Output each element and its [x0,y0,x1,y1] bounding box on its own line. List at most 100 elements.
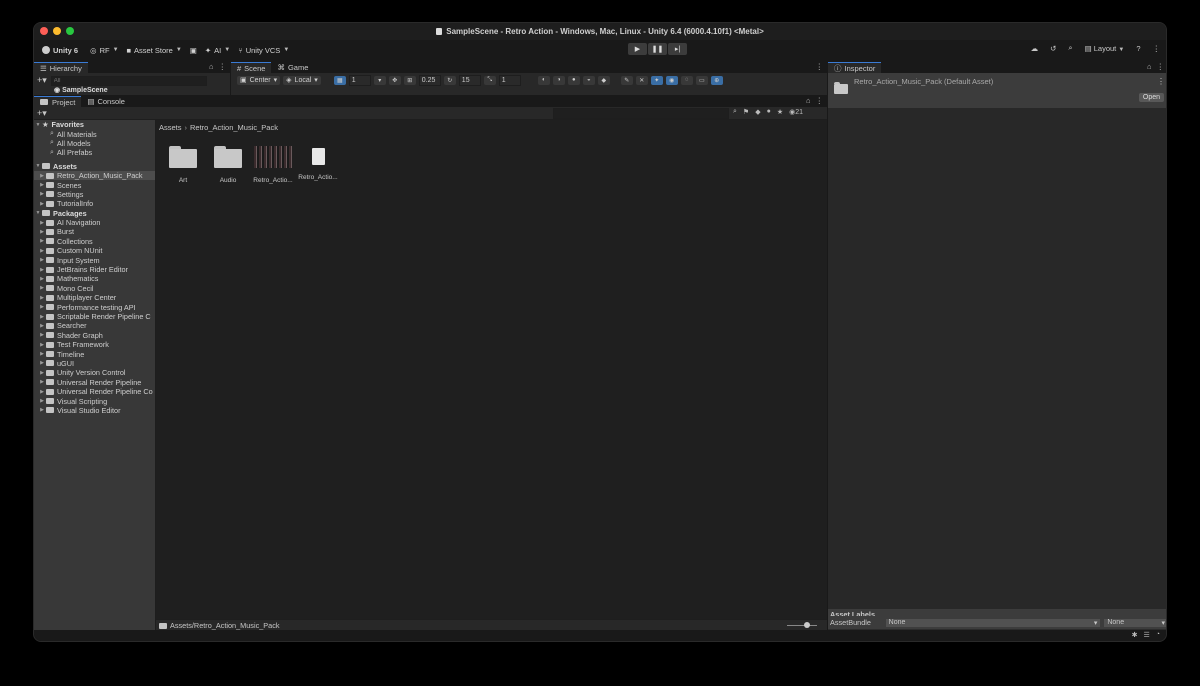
project-search-input[interactable] [553,108,729,119]
asset-tile-document[interactable]: Retro_Actio... [296,146,340,181]
tab-scene[interactable]: # Scene [231,62,272,73]
rotate-snap-icon[interactable]: ↻ [443,75,456,85]
package-item[interactable]: ▶ Universal Render Pipeline Co [34,387,155,396]
increment-snap-button[interactable]: ▾ [373,75,386,85]
lock-icon[interactable]: ⌂ [806,96,811,105]
grid-size-field[interactable]: 1 [348,74,371,86]
package-item[interactable]: ▶ Visual Studio Editor [34,406,155,415]
package-item[interactable]: ▶ Visual Scripting [34,396,155,406]
breadcrumb-item[interactable]: Retro_Action_Music_Pack [190,123,278,132]
asset-tile-folder[interactable]: Art [161,146,205,184]
tab-game[interactable]: ⌘ Game [271,62,314,73]
asset-tile-folder[interactable]: Audio [206,146,250,184]
package-item[interactable]: ▶ Multiplayer Center [34,293,155,302]
create-button[interactable]: +▾ [37,108,47,119]
tab-console[interactable]: ▤ Console [81,96,131,107]
camera-settings-icon[interactable]: ▭ [695,75,708,85]
more-icon[interactable]: ⋮ [1153,44,1161,53]
asset-tile-image[interactable]: Retro_Actio... [251,146,295,184]
slider-handle[interactable] [804,622,810,628]
package-item[interactable]: ▶ Performance testing API [34,302,155,312]
close-window-button[interactable] [40,27,48,35]
history-icon[interactable]: ↺ [1050,44,1056,53]
package-item[interactable]: ▶ Unity Version Control [34,368,155,377]
lock-icon[interactable]: ⌂ [209,62,214,71]
more-icon[interactable]: ⋮ [816,96,824,105]
scene-root-item[interactable]: ◉ SampleScene [54,86,108,94]
more-icon[interactable]: ⋮ [1157,77,1165,86]
hidden-packages-count[interactable]: ◉21 [789,108,803,116]
package-item[interactable]: ▶ Input System [34,255,155,265]
progress-icon[interactable]: ◔ [1156,631,1160,639]
more-icon[interactable]: ⋮ [1157,62,1165,71]
package-item[interactable]: ▶ Searcher [34,321,155,330]
favorite-item[interactable]: ⌕ All Materials [34,129,155,139]
more-icon[interactable]: ⋮ [816,62,824,71]
hierarchy-search-input[interactable] [50,75,207,86]
add-button[interactable]: +▾ [37,75,47,86]
lighting-toggle-icon[interactable]: ✎ [620,75,633,85]
user-dropdown[interactable]: ◎ RF ▼ [90,46,119,55]
visibility-toggle-icon[interactable]: ◉ [665,75,678,85]
tab-project[interactable]: Project [34,96,82,107]
package-item[interactable]: ▶ AI Navigation [34,218,155,227]
hidden-objects-icon[interactable]: ◌ [680,75,693,85]
zoom-window-button[interactable] [66,27,74,35]
audio-toggle-icon[interactable]: ✕ [635,75,648,85]
asset-store-dropdown[interactable]: ■ Asset Store ▼ [127,46,182,55]
search-icon[interactable]: ⌕ [1068,43,1072,53]
move-snap-field[interactable]: 0.25 [418,74,441,86]
more-icon[interactable]: ⋮ [219,62,227,71]
warning-icon[interactable]: ● [767,108,771,116]
ai-dropdown[interactable]: ✦ AI ▼ [205,46,230,55]
packages-header[interactable]: ▼ Packages [34,209,155,218]
asset-folder-item[interactable]: ▶ TutorialInfo [34,199,155,208]
space-dropdown[interactable]: ◈ Local ▾ [283,75,321,85]
package-item[interactable]: ▶ Scriptable Render Pipeline C [34,312,155,321]
favorite-item[interactable]: ⌕ All Models [34,139,155,148]
lock-icon[interactable]: ⌂ [1147,62,1152,71]
package-item[interactable]: ▶ JetBrains Rider Editor [34,265,155,274]
render-debug-icon[interactable]: ◆ [597,75,610,85]
lit-sphere-icon[interactable]: ● [567,75,580,85]
scale-snap-field[interactable]: 1 [498,74,521,86]
package-item[interactable]: ▶ Burst [34,227,155,236]
favorite-star-icon[interactable]: ★ [777,108,783,116]
tab-inspector[interactable]: ⓘ Inspector [828,62,882,73]
grid-snap-button[interactable]: ▦ [333,75,346,85]
asset-folder-item[interactable]: ▶ Scenes [34,180,155,190]
package-item[interactable]: ▶ uGUI [34,359,155,368]
effects-toggle-icon[interactable]: ✦ [650,75,663,85]
package-item[interactable]: ▶ Mathematics [34,274,155,283]
tab-hierarchy[interactable]: ☰ Hierarchy [34,62,88,73]
unlit-sphere-icon[interactable]: ◒ [582,75,595,85]
open-button[interactable]: Open [1138,93,1164,102]
package-item[interactable]: ▶ Shader Graph [34,331,155,340]
help-icon[interactable]: ? [1136,44,1140,53]
icon-size-slider[interactable] [787,622,817,628]
gizmos-toggle-icon[interactable]: ⊕ [710,75,723,85]
snap-toggle-icon[interactable]: ⊞ [403,75,416,85]
package-item[interactable]: ▶ Custom NUnit [34,246,155,255]
cache-icon[interactable]: ☰ [1143,631,1149,639]
step-button[interactable]: ▸| [668,43,687,55]
scale-snap-icon[interactable]: ⤡ [483,75,496,85]
cloud-icon[interactable]: ☁ [1031,44,1039,53]
wireframe-icon[interactable]: ◑ [552,75,565,85]
search-by-type-icon[interactable]: ⌕ [733,108,737,116]
bug-icon[interactable]: ✱ [1132,631,1138,639]
play-button[interactable]: ▶ [628,43,647,55]
asset-folder-item[interactable]: ▶ Retro_Action_Music_Pack [34,170,155,181]
shading-mode-icon[interactable]: ◐ [537,75,550,85]
package-item[interactable]: ▶ Timeline [34,349,155,359]
vcs-dropdown[interactable]: ⑂ Unity VCS ▼ [238,46,289,55]
layout-dropdown[interactable]: ▤ Layout ▼ [1085,44,1125,53]
package-item[interactable]: ▶ Universal Render Pipeline [34,378,155,387]
move-snap-icon[interactable]: ✥ [388,75,401,85]
favorite-item[interactable]: ⌕ All Prefabs [34,148,155,157]
asset-folder-item[interactable]: ▶ Settings [34,190,155,199]
account-dropdown[interactable]: Unity 6 [42,46,78,55]
asset-bundle-dropdown[interactable]: None ▾ [885,618,1101,627]
minimize-window-button[interactable] [53,27,61,35]
breadcrumb-item[interactable]: Assets [159,123,182,132]
